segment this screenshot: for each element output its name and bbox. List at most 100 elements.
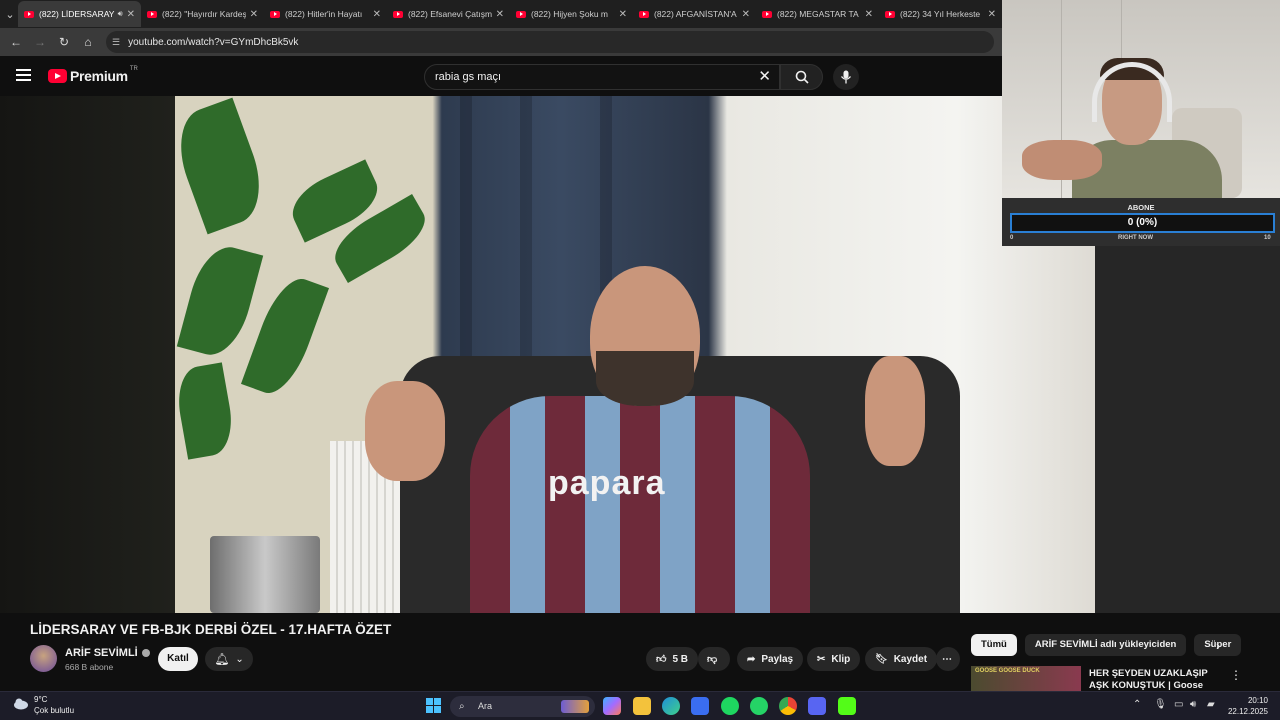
clock-time: 20:10 <box>1247 696 1268 705</box>
search-input[interactable]: rabia gs maçı ✕ <box>424 64 780 90</box>
video-letterbox <box>0 96 175 613</box>
close-tab-icon[interactable]: ✕ <box>619 9 627 20</box>
channel-name-text: ARİF SEVİMLİ <box>65 647 138 659</box>
channel-avatar[interactable] <box>30 645 57 672</box>
close-tab-icon[interactable]: ✕ <box>988 9 996 20</box>
microphone-tray-icon[interactable]: 🎙︎ <box>1154 699 1167 710</box>
battery-icon[interactable]: ▰ <box>1207 699 1215 710</box>
close-tab-icon[interactable]: ✕ <box>865 9 873 20</box>
tab-search-chevron-icon[interactable]: ⌄ <box>2 4 18 24</box>
more-actions-button[interactable]: ⋯ <box>936 647 960 671</box>
forward-arrow-icon[interactable]: → <box>28 35 52 49</box>
logo-text: Premium <box>70 68 128 84</box>
more-horizontal-icon: ⋯ <box>942 653 952 665</box>
close-tab-icon[interactable]: ✕ <box>250 9 258 20</box>
bell-icon: 🔔︎ <box>214 652 230 666</box>
search-icon: ⌕ <box>459 701 465 712</box>
cloud-icon[interactable] <box>12 694 30 712</box>
search-button[interactable] <box>780 64 823 90</box>
recommended-thumbnail[interactable]: GOOSE GOOSE DUCK <box>971 666 1081 691</box>
youtube-favicon-icon <box>639 10 649 18</box>
subscriber-count-bar: 0 (0%) <box>1010 213 1275 233</box>
chrome-icon[interactable] <box>779 697 797 715</box>
clip-button[interactable]: ✂ Klip <box>807 647 861 671</box>
address-bar[interactable]: ☰ youtube.com/watch?v=GYmDhcBk5vk <box>106 31 994 53</box>
search-query: rabia gs maçı <box>435 71 502 83</box>
browser-tab[interactable]: (822) Hijyen Şoku m ✕ <box>510 1 633 27</box>
person-jersey <box>470 396 810 613</box>
browser-tab[interactable]: (822) Efsanevi Çatışma ✕ <box>387 1 510 27</box>
youtube-favicon-icon <box>24 10 34 18</box>
store-icon[interactable] <box>691 697 709 715</box>
discord-icon[interactable] <box>808 697 826 715</box>
browser-tab[interactable]: (822) LİDERSARAY 🔊︎ ✕ <box>18 1 141 27</box>
system-clock[interactable]: 20:10 22.12.2025 <box>1228 695 1268 717</box>
browser-tab[interactable]: (822) "Hayırdır Kardeş ✕ <box>141 1 264 27</box>
home-icon[interactable]: ⌂ <box>76 35 100 49</box>
thumbs-down-icon: 👎︎ <box>707 654 718 665</box>
person-beard <box>596 351 694 406</box>
share-arrow-icon: ➦ <box>747 653 756 665</box>
tab-title: (822) "Hayırdır Kardeş <box>162 9 246 19</box>
close-tab-icon[interactable]: ✕ <box>127 9 135 20</box>
audio-playing-icon[interactable]: 🔊︎ <box>118 9 123 19</box>
join-button[interactable]: Katıl <box>158 647 198 671</box>
browser-tab[interactable]: (822) AFGANİSTAN'A ✕ <box>633 1 756 27</box>
youtube-play-icon <box>48 69 67 83</box>
plant-pot <box>210 536 320 613</box>
network-icon[interactable]: ▭ <box>1174 699 1183 710</box>
country-code: TR <box>129 66 138 72</box>
clock-date: 22.12.2025 <box>1227 707 1268 716</box>
browser-tab-strip: ⌄ (822) LİDERSARAY 🔊︎ ✕ (822) "Hayırdır Kar… <box>0 0 1002 28</box>
goal-min: 0 <box>1010 235 1014 241</box>
browser-tab[interactable]: (822) Hitler'in Hayatı ✕ <box>264 1 387 27</box>
spotify-icon[interactable] <box>721 697 739 715</box>
back-arrow-icon[interactable]: ← <box>4 35 28 49</box>
goal-max: 10 <box>1264 235 1271 241</box>
notifications-button[interactable]: 🔔︎ ⌄ <box>205 647 253 671</box>
webcam-overlay <box>1002 0 1280 198</box>
whatsapp-icon[interactable] <box>750 697 768 715</box>
search-icon <box>795 70 809 84</box>
volume-icon[interactable]: 🔊︎ <box>1190 699 1196 710</box>
site-info-icon[interactable]: ☰ <box>112 37 120 48</box>
related-filter-chips: Tümü ARİF SEVİMLİ adlı yükleyiciden Süper <box>971 634 1242 656</box>
close-tab-icon[interactable]: ✕ <box>742 9 750 20</box>
tab-title: (822) Efsanevi Çatışma <box>408 9 492 19</box>
youtube-favicon-icon <box>393 10 403 18</box>
kick-icon[interactable] <box>838 697 856 715</box>
filter-chip[interactable]: Tümü <box>971 634 1017 656</box>
windows-taskbar: 9°C Çok bulutlu ⌕ Ara ⌃ 🎙︎ ▭ 🔊︎ ▰ 20:10 … <box>0 691 1280 720</box>
clear-search-icon[interactable]: ✕ <box>758 65 771 89</box>
browser-tab[interactable]: (822) 34 Yıl Herkeste ✕ <box>879 1 1002 27</box>
file-explorer-icon[interactable] <box>633 697 651 715</box>
verified-icon <box>141 649 150 658</box>
youtube-premium-logo[interactable]: Premium TR <box>48 66 138 84</box>
browser-tab[interactable]: (822) MEGASTAR TA ✕ <box>756 1 879 27</box>
voice-search-button[interactable] <box>833 64 859 90</box>
edge-browser-icon[interactable] <box>662 697 680 715</box>
share-button[interactable]: ➦ Paylaş <box>737 647 804 671</box>
menu-hamburger-icon[interactable] <box>16 69 31 81</box>
chevron-right-icon[interactable]: › <box>1216 638 1220 653</box>
tab-title: (822) AFGANİSTAN'A <box>654 9 737 19</box>
video-player[interactable]: papara <box>0 96 1095 613</box>
chevron-up-icon[interactable]: ⌃ <box>1133 699 1141 710</box>
like-button[interactable]: 👍︎ 5 B <box>646 647 699 671</box>
more-vertical-icon[interactable]: ⋮ <box>1230 668 1242 682</box>
close-tab-icon[interactable]: ✕ <box>373 9 381 20</box>
filter-chip[interactable]: ARİF SEVİMLİ adlı yükleyiciden <box>1024 634 1187 656</box>
streamer-hands <box>1022 140 1102 180</box>
reload-icon[interactable]: ↻ <box>52 35 76 49</box>
close-tab-icon[interactable]: ✕ <box>496 9 504 20</box>
tab-list: (822) LİDERSARAY 🔊︎ ✕ (822) "Hayırdır Karde… <box>18 1 1002 27</box>
dislike-button[interactable]: 👎︎ <box>698 647 730 671</box>
screen: ⌄ (822) LİDERSARAY 🔊︎ ✕ (822) "Hayırdır Kar… <box>0 0 1280 720</box>
channel-name[interactable]: ARİF SEVİMLİ <box>65 647 150 659</box>
tab-title: (822) LİDERSARAY <box>39 9 115 19</box>
browser-toolbar: ← → ↻ ⌂ ☰ youtube.com/watch?v=GYmDhcBk5v… <box>0 28 1002 56</box>
save-button[interactable]: 🔖︎ Kaydet <box>865 647 938 671</box>
windows-start-icon[interactable] <box>426 698 441 713</box>
taskbar-search[interactable]: ⌕ Ara <box>450 696 595 717</box>
copilot-icon[interactable] <box>603 697 621 715</box>
